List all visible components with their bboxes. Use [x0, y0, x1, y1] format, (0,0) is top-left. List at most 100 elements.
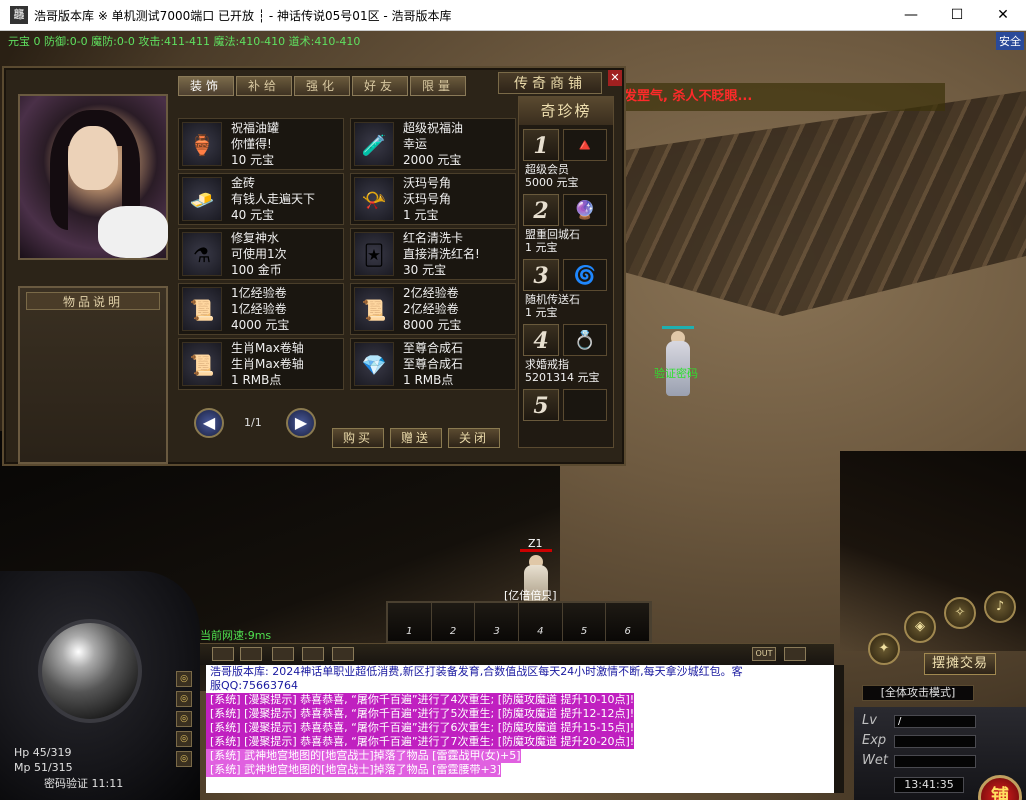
close-icon[interactable]: ✕	[608, 70, 622, 86]
bag-icon[interactable]: ◈	[904, 611, 936, 643]
close-window-button[interactable]: ✕	[980, 0, 1026, 31]
page-indicator: 1/1	[244, 416, 262, 429]
side-button[interactable]: ◎	[176, 751, 192, 767]
item-desc: 生肖Max卷轴	[231, 357, 304, 371]
item-price: 10 元宝	[231, 153, 275, 167]
shop-item[interactable]: 🧈 金砖 有钱人走遍天下 40 元宝	[178, 173, 344, 225]
tab-enhance[interactable]: 强化	[294, 76, 350, 96]
chat-filter-icon[interactable]	[302, 647, 324, 661]
right-hud: ✦ ◈ ✧ ♪ 摆摊交易 [全体攻击模式] Lv / Exp Wet 13:41…	[854, 591, 1026, 800]
rank-title: 奇珍榜	[519, 97, 613, 125]
buy-button[interactable]: 购买	[332, 428, 384, 448]
ring-icon: 💍	[563, 324, 607, 356]
chat-log[interactable]: 浩哥版本库: 2024神话单职业超低消费,新区打装备发育,合数值战区每天24小时…	[206, 665, 834, 793]
lv-value: /	[894, 715, 976, 728]
safe-zone-badge: 安全	[996, 32, 1024, 50]
item-name: 金砖	[231, 176, 256, 190]
potion-icon: 🧪	[354, 122, 394, 166]
attack-mode[interactable]: [全体攻击模式]	[862, 685, 974, 701]
stall-button[interactable]: 摆摊交易	[924, 653, 996, 675]
hotbar-slot[interactable]: 3	[475, 603, 520, 641]
chat-filter-icon[interactable]	[332, 647, 354, 661]
prev-page-icon[interactable]: ◀	[194, 408, 224, 438]
scroll-icon: 📜	[182, 342, 222, 386]
tab-limited[interactable]: 限量	[410, 76, 466, 96]
shop-item[interactable]: 📜 生肖Max卷轴 生肖Max卷轴 1 RMB点	[178, 338, 344, 390]
shop-item[interactable]: 📜 2亿经验卷 2亿经验卷 8000 元宝	[350, 283, 516, 335]
chat-line: [系统] [漫聚提示] 恭喜恭喜, “屠你千百遍”进行了7次重生; [防魔攻魔道…	[206, 735, 635, 749]
gift-button[interactable]: 赠送	[390, 428, 442, 448]
wet-label: Wet	[862, 753, 888, 768]
item-desc: 直接清洗红名!	[403, 247, 480, 261]
tab-supply[interactable]: 补给	[236, 76, 292, 96]
item-name: 祝福油罐	[231, 121, 280, 135]
side-button[interactable]: ◎	[176, 691, 192, 707]
next-page-icon[interactable]: ▶	[286, 408, 316, 438]
chat-line: [系统] 武神地宫地图的[地宫战士]掉落了物品 [雷霆战甲(女)+5]	[206, 749, 521, 763]
shop-item[interactable]: 📜 1亿经验卷 1亿经验卷 4000 元宝	[178, 283, 344, 335]
shop-button[interactable]: 铺	[978, 775, 1022, 800]
item-desc: 你懂得!	[231, 137, 272, 151]
minimize-button[interactable]: —	[888, 0, 934, 31]
item-name: 2亿经验卷	[403, 286, 459, 300]
hotbar-slot[interactable]: 5	[562, 603, 607, 641]
side-button[interactable]: ◎	[176, 731, 192, 747]
close-shop-button[interactable]: 关闭	[448, 428, 500, 448]
item-price: 1 RMB点	[231, 373, 282, 387]
shop-item[interactable]: ⚗ 修复神水 可使用1次 100 金币	[178, 228, 344, 280]
shop-tabs: 装饰 补给 强化 好友 限量	[178, 76, 466, 96]
chat-close-icon[interactable]	[784, 647, 806, 661]
shop-item[interactable]: 💎 至尊合成石 至尊合成石 1 RMB点	[350, 338, 516, 390]
hp-text: Hp 45/319	[14, 746, 72, 759]
chat-filter-icon[interactable]	[240, 647, 262, 661]
team-icon[interactable]: ✦	[868, 633, 900, 665]
item-name: 1亿经验卷	[231, 286, 287, 300]
chat-scrollbar[interactable]	[834, 665, 844, 793]
chat-filter-icon[interactable]	[212, 647, 234, 661]
game-window: 龘 浩哥版本库 ※ 单机测试7000端口 已开放 ┆ - 神话传说05号01区 …	[0, 0, 1026, 800]
scroll-icon: 📜	[182, 287, 222, 331]
item-price: 1 RMB点	[403, 373, 454, 387]
rank-item[interactable]: 2 🔮 盟重回城石 1 元宝	[521, 192, 611, 254]
stats-box: Lv / Exp Wet 13:41:35 铺	[854, 707, 1026, 800]
hotbar-slot[interactable]: 6	[606, 603, 651, 641]
side-button[interactable]: ◎	[176, 671, 192, 687]
tab-decoration[interactable]: 装饰	[178, 76, 234, 96]
item-price: 40 元宝	[231, 208, 275, 222]
hotbar-slot[interactable]: 2	[431, 603, 476, 641]
sound-icon[interactable]: ♪	[984, 591, 1016, 623]
skill-icon[interactable]: ✧	[944, 597, 976, 629]
item-desc: 幸运	[403, 137, 428, 151]
rank-item[interactable]: 5	[521, 387, 611, 449]
maximize-button[interactable]: ☐	[934, 0, 980, 31]
side-button[interactable]: ◎	[176, 711, 192, 727]
game-viewport[interactable]: 元宝 0 防御:0-0 魔防:0-0 攻击:411-411 魔法:410-410…	[0, 31, 1026, 800]
gem-icon: 💎	[354, 342, 394, 386]
hotbar-slot[interactable]: 1	[388, 603, 432, 641]
item-desc: 可使用1次	[231, 247, 287, 261]
shop-title: 传奇商铺	[498, 72, 602, 94]
item-name: 超级祝福油	[403, 121, 464, 135]
rank-item[interactable]: 4 💍 求婚戒指 5201314 元宝	[521, 322, 611, 384]
chat-filter-icon[interactable]	[272, 647, 294, 661]
tab-friends[interactable]: 好友	[352, 76, 408, 96]
shop-item[interactable]: 🧪 超级祝福油幸运 2000 元宝	[350, 118, 516, 170]
shop-item[interactable]: 📯 沃玛号角 沃玛号角 1 元宝	[350, 173, 516, 225]
mp-text: Mp 51/315	[14, 761, 73, 774]
item-desc: 至尊合成石	[403, 357, 464, 371]
chat-out-button[interactable]: OUT	[752, 647, 776, 661]
scroll-icon: 📜	[354, 287, 394, 331]
shop-item[interactable]: 🃏 红名清洗卡 直接清洗红名! 30 元宝	[350, 228, 516, 280]
rank-item[interactable]: 1 🔺 超级会员 5000 元宝	[521, 127, 611, 189]
town-stone-icon: 🔮	[563, 194, 607, 226]
item-price: 2000 元宝	[403, 153, 462, 167]
item-name: 沃玛号角	[403, 176, 452, 190]
shop-panel: 物品说明 装饰 补给 强化 好友 限量 传奇商铺 ✕ 🏺 祝福油罐 你懂得! 10 元…	[2, 66, 626, 466]
hp-mp-orb	[38, 619, 142, 723]
rank-item[interactable]: 3 🌀 随机传送石 1 元宝	[521, 257, 611, 319]
chat-line: 服QQ:75663764	[210, 679, 299, 692]
title-bar: 龘 浩哥版本库 ※ 单机测试7000端口 已开放 ┆ - 神话传说05号01区 …	[0, 0, 1026, 31]
item-desc: 沃玛号角	[403, 192, 452, 206]
hotbar-slot[interactable]: 4	[519, 603, 563, 641]
shop-item[interactable]: 🏺 祝福油罐 你懂得! 10 元宝	[178, 118, 344, 170]
